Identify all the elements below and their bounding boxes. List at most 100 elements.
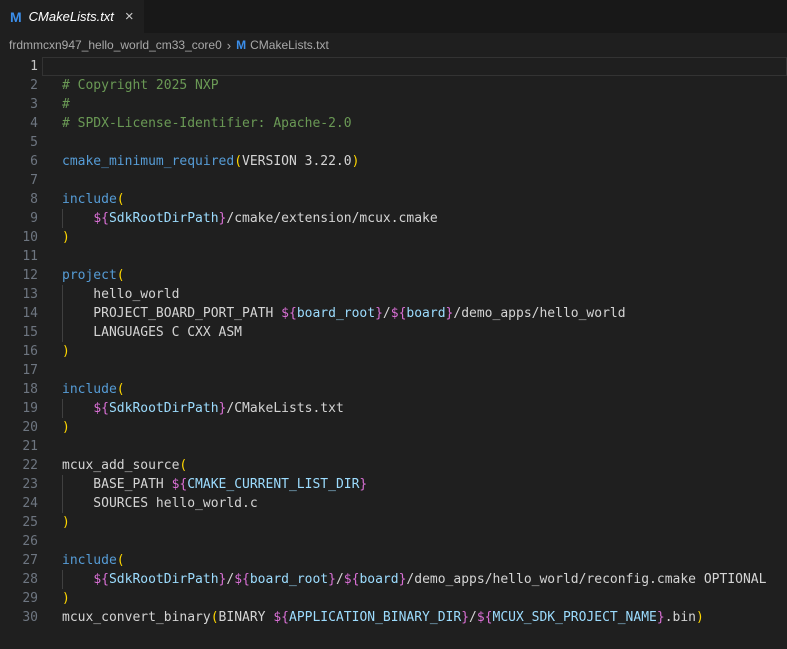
line-number: 26 [22, 534, 38, 549]
line-number: 21 [22, 439, 38, 454]
line-number: 5 [30, 135, 38, 150]
code-token: ) [351, 154, 360, 169]
code-token: /demo_apps/hello_world [453, 306, 626, 321]
code-token: SdkRootDirPath [108, 572, 219, 587]
code-token: mcux_convert_binary [62, 610, 211, 625]
code-token: board [359, 572, 399, 587]
line-number: 14 [22, 306, 38, 321]
code-line[interactable] [42, 171, 787, 190]
code-token: .bin [664, 610, 697, 625]
code-line[interactable]: ) [42, 589, 787, 608]
code-token: # Copyright 2025 NXP [62, 78, 219, 93]
code-line[interactable]: BASE_PATH ${CMAKE_CURRENT_LIST_DIR} [42, 475, 787, 494]
line-number: 12 [22, 268, 38, 283]
code-line-current[interactable] [42, 57, 787, 76]
tab-cmakelists[interactable]: M CMakeLists.txt × [0, 0, 144, 33]
code-line[interactable]: SOURCES hello_world.c [42, 494, 787, 513]
code-line[interactable]: cmake_minimum_required(VERSION 3.22.0) [42, 152, 787, 171]
code-line[interactable]: # [42, 95, 787, 114]
code-token: board_root [249, 572, 329, 587]
code-token: include [62, 553, 117, 568]
code-line[interactable]: ) [42, 513, 787, 532]
code-token: project [62, 268, 117, 283]
code-line[interactable]: mcux_convert_binary(BINARY ${APPLICATION… [42, 608, 787, 627]
line-number: 8 [30, 192, 38, 207]
code-line[interactable]: ${SdkRootDirPath}/cmake/extension/mcux.c… [42, 209, 787, 228]
indent-guide-line [62, 570, 63, 589]
line-number: 23 [22, 477, 38, 492]
code-line[interactable] [42, 247, 787, 266]
code-token: SdkRootDirPath [108, 401, 219, 416]
code-token: SdkRootDirPath [108, 211, 219, 226]
indent-guide-line [62, 304, 63, 323]
code-token: / [469, 610, 477, 625]
code-token: ) [696, 610, 704, 625]
code-line[interactable] [42, 361, 787, 380]
code-line[interactable]: ) [42, 342, 787, 361]
code-token: } [359, 477, 368, 492]
code-line[interactable]: include( [42, 190, 787, 209]
line-number: 27 [22, 553, 38, 568]
code-token: include [62, 192, 117, 207]
code-line[interactable]: include( [42, 551, 787, 570]
line-number: 22 [22, 458, 38, 473]
line-number: 11 [22, 249, 38, 264]
code-token: } [328, 572, 336, 587]
line-number: 1 [30, 59, 38, 74]
code-token: ( [116, 192, 125, 207]
code-line[interactable]: PROJECT_BOARD_PORT_PATH ${board_root}/${… [42, 304, 787, 323]
code-line[interactable]: # Copyright 2025 NXP [42, 76, 787, 95]
code-token: ( [234, 154, 243, 169]
code-token: ( [116, 268, 125, 283]
line-number: 7 [30, 173, 38, 188]
code-lines[interactable]: # Copyright 2025 NXP # # SPDX-License-Iden… [42, 57, 787, 649]
code-line[interactable]: # SPDX-License-Identifier: Apache-2.0 [42, 114, 787, 133]
line-number: 13 [22, 287, 38, 302]
code-token: ) [62, 344, 70, 359]
code-line[interactable]: ) [42, 418, 787, 437]
line-number: 4 [30, 116, 38, 131]
code-token: ( [116, 382, 125, 397]
code-token: ) [62, 420, 70, 435]
code-line[interactable]: ) [42, 228, 787, 247]
code-line[interactable]: ${SdkRootDirPath}/${board_root}/${board}… [42, 570, 787, 589]
code-token: board [406, 306, 446, 321]
line-number: 18 [22, 382, 38, 397]
breadcrumb-file[interactable]: CMakeLists.txt [250, 38, 329, 52]
line-number: 28 [22, 572, 38, 587]
code-token: ${ [281, 306, 297, 321]
code-token: cmake_minimum_required [62, 154, 235, 169]
code-token: ( [179, 458, 188, 473]
code-line[interactable]: hello_world [42, 285, 787, 304]
breadcrumb-folder[interactable]: frdmmcxn947_hello_world_cm33_core0 [9, 38, 222, 52]
line-number: 9 [30, 211, 38, 226]
tab-close-icon[interactable]: × [125, 9, 134, 24]
code-token: ( [116, 553, 125, 568]
indent-guide-line [62, 399, 63, 418]
code-token: ${ [343, 572, 360, 587]
gutter: 1 2 3 4 5 6 7 8 9 10 11 12 13 14 15 16 17 18 19 20 21 22 23 24 2… [0, 57, 42, 649]
line-number: 25 [22, 515, 38, 530]
code-line[interactable] [42, 437, 787, 456]
code-line[interactable]: mcux_add_source( [42, 456, 787, 475]
code-line[interactable]: ${SdkRootDirPath}/CMakeLists.txt [42, 399, 787, 418]
code-token: ) [62, 591, 70, 606]
code-line[interactable]: LANGUAGES C CXX ASM [42, 323, 787, 342]
code-editor[interactable]: 1 2 3 4 5 6 7 8 9 10 11 12 13 14 15 16 17 18 19 20 21 22 23 24 2… [0, 57, 787, 649]
code-token: hello_world [62, 287, 180, 302]
line-number: 17 [22, 363, 38, 378]
code-token: CMAKE_CURRENT_LIST_DIR [187, 477, 360, 492]
code-token: ${ [273, 610, 289, 625]
code-line[interactable] [42, 133, 787, 152]
code-token: MCUX_SDK_PROJECT_NAME [492, 610, 657, 625]
code-token: / [382, 306, 391, 321]
cmake-file-icon: M [10, 8, 22, 25]
tab-label: CMakeLists.txt [28, 9, 114, 24]
line-number: 15 [22, 325, 38, 340]
code-line[interactable] [42, 532, 787, 551]
code-line[interactable]: include( [42, 380, 787, 399]
code-line[interactable]: project( [42, 266, 787, 285]
